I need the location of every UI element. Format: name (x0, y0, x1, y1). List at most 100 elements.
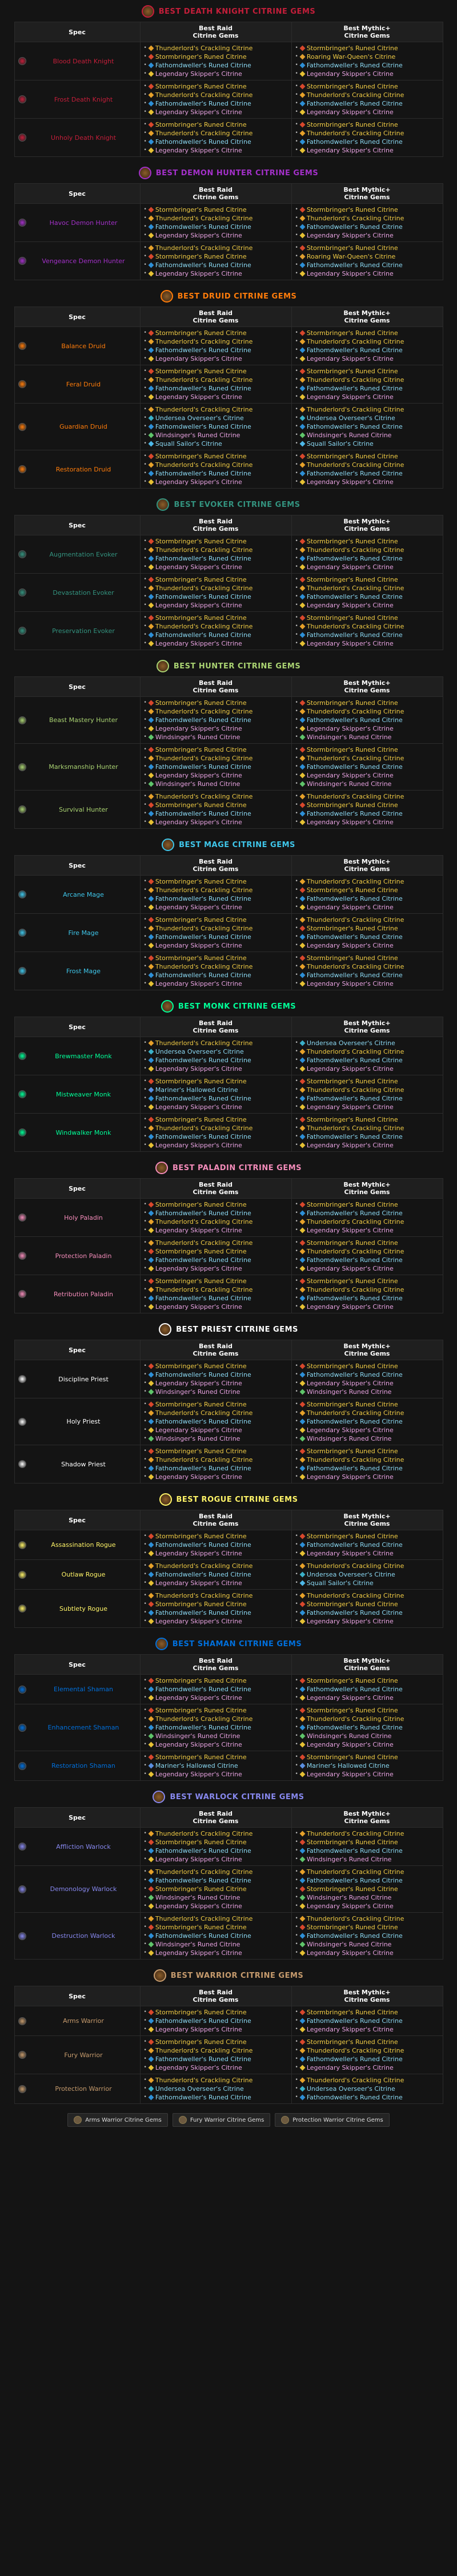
gem-link[interactable]: Thunderlord's Crackling Citrine (307, 129, 404, 138)
gem-link[interactable]: Stormbringer's Runed Citrine (155, 2008, 247, 2017)
gem-link[interactable]: Legendary Skipper's Citrine (307, 979, 394, 988)
gem-link[interactable]: Thunderlord's Crackling Citrine (155, 1218, 253, 1226)
gem-link[interactable]: Stormbringer's Runed Citrine (307, 1400, 398, 1409)
gem-link[interactable]: Legendary Skipper's Citrine (307, 1473, 394, 1481)
gem-link[interactable]: Thunderlord's Crackling Citrine (155, 962, 253, 971)
gem-link[interactable]: Stormbringer's Runed Citrine (307, 1077, 398, 1086)
gem-link[interactable]: Thunderlord's Crackling Citrine (155, 1868, 253, 1876)
gem-link[interactable]: Legendary Skipper's Citrine (307, 70, 394, 78)
spec-name[interactable]: Beast Mastery Hunter (31, 716, 137, 724)
gem-link[interactable]: Legendary Skipper's Citrine (155, 269, 242, 278)
gem-link[interactable]: Legendary Skipper's Citrine (307, 1379, 394, 1388)
gem-link[interactable]: Stormbringer's Runed Citrine (155, 1362, 247, 1370)
gem-link[interactable]: Stormbringer's Runed Citrine (307, 205, 398, 214)
footer-link-arms-warrior[interactable]: Arms Warrior Citrine Gems (67, 2113, 168, 2127)
gem-link[interactable]: Legendary Skipper's Citrine (155, 1426, 242, 1434)
spec-name[interactable]: Frost Death Knight (31, 96, 137, 103)
gem-link[interactable]: Stormbringer's Runed Citrine (155, 1447, 247, 1456)
gem-link[interactable]: Legendary Skipper's Citrine (307, 903, 394, 912)
gem-link[interactable]: Fathomdweller's Runed Citrine (307, 1256, 403, 1264)
gem-link[interactable]: Fathomdweller's Runed Citrine (155, 894, 251, 903)
gem-link[interactable]: Legendary Skipper's Citrine (155, 903, 242, 912)
gem-link[interactable]: Stormbringer's Runed Citrine (307, 2008, 398, 2017)
gem-link[interactable]: Legendary Skipper's Citrine (155, 1740, 242, 1749)
gem-link[interactable]: Fathomdweller's Runed Citrine (307, 716, 403, 724)
gem-link[interactable]: Fathomdweller's Runed Citrine (155, 223, 251, 231)
gem-link[interactable]: Fathomdweller's Runed Citrine (155, 99, 251, 108)
gem-link[interactable]: Stormbringer's Runed Citrine (307, 924, 398, 933)
gem-link[interactable]: Legendary Skipper's Citrine (155, 1303, 242, 1311)
footer-link-protection-warrior[interactable]: Protection Warrior Citrine Gems (275, 2113, 390, 2127)
spec-name[interactable]: Protection Paladin (31, 1252, 137, 1260)
gem-link[interactable]: Legendary Skipper's Citrine (155, 354, 242, 363)
gem-link[interactable]: Windsinger's Runed Citrine (307, 1434, 392, 1443)
spec-name[interactable]: Restoration Shaman (31, 1762, 137, 1769)
gem-link[interactable]: Stormbringer's Runed Citrine (307, 699, 398, 707)
gem-link[interactable]: Stormbringer's Runed Citrine (307, 82, 398, 91)
gem-link[interactable]: Stormbringer's Runed Citrine (307, 1885, 398, 1893)
gem-link[interactable]: Mariner's Hallowed Citrine (307, 1761, 390, 1770)
gem-link[interactable]: Stormbringer's Runed Citrine (155, 954, 247, 962)
spec-name[interactable]: Unholy Death Knight (31, 134, 137, 142)
gem-link[interactable]: Stormbringer's Runed Citrine (155, 1600, 247, 1609)
gem-link[interactable]: Thunderlord's Crackling Citrine (155, 1591, 253, 1600)
gem-link[interactable]: Fathomdweller's Runed Citrine (155, 1876, 251, 1885)
spec-name[interactable]: Subtlety Rogue (31, 1605, 137, 1612)
gem-link[interactable]: Fathomdweller's Runed Citrine (155, 1464, 251, 1473)
gem-link[interactable]: Legendary Skipper's Citrine (155, 601, 242, 610)
spec-name[interactable]: Protection Warrior (31, 2085, 137, 2093)
gem-link[interactable]: Legendary Skipper's Citrine (307, 231, 394, 240)
spec-name[interactable]: Affliction Warlock (31, 1843, 137, 1851)
gem-link[interactable]: Thunderlord's Crackling Citrine (307, 792, 404, 801)
gem-link[interactable]: Roaring War-Queen's Citrine (307, 252, 396, 261)
gem-link[interactable]: Legendary Skipper's Citrine (155, 563, 242, 571)
gem-link[interactable]: Legendary Skipper's Citrine (307, 1065, 394, 1073)
gem-link[interactable]: Fathomdweller's Runed Citrine (307, 99, 403, 108)
gem-link[interactable]: Thunderlord's Crackling Citrine (155, 129, 253, 138)
gem-link[interactable]: Thunderlord's Crackling Citrine (155, 405, 253, 414)
gem-link[interactable]: Stormbringer's Runed Citrine (307, 1600, 398, 1609)
gem-link[interactable]: Windsinger's Runed Citrine (155, 1434, 240, 1443)
spec-name[interactable]: Havoc Demon Hunter (31, 219, 137, 227)
gem-link[interactable]: Stormbringer's Runed Citrine (155, 1077, 247, 1086)
gem-link[interactable]: Stormbringer's Runed Citrine (307, 1277, 398, 1285)
gem-link[interactable]: Legendary Skipper's Citrine (307, 1949, 394, 1957)
gem-link[interactable]: Stormbringer's Runed Citrine (307, 537, 398, 546)
gem-link[interactable]: Legendary Skipper's Citrine (307, 601, 394, 610)
gem-link[interactable]: Legendary Skipper's Citrine (155, 1226, 242, 1235)
gem-link[interactable]: Legendary Skipper's Citrine (155, 1902, 242, 1910)
gem-link[interactable]: Thunderlord's Crackling Citrine (307, 1124, 404, 1132)
gem-link[interactable]: Stormbringer's Runed Citrine (155, 252, 247, 261)
spec-name[interactable]: Feral Druid (31, 381, 137, 388)
gem-link[interactable]: Stormbringer's Runed Citrine (307, 2038, 398, 2046)
gem-link[interactable]: Stormbringer's Runed Citrine (307, 1239, 398, 1247)
gem-link[interactable]: Legendary Skipper's Citrine (155, 1264, 242, 1273)
gem-link[interactable]: Thunderlord's Crackling Citrine (155, 754, 253, 763)
gem-link[interactable]: Legendary Skipper's Citrine (307, 1141, 394, 1150)
spec-name[interactable]: Enhancement Shaman (31, 1724, 137, 1731)
gem-link[interactable]: Legendary Skipper's Citrine (307, 393, 394, 401)
gem-link[interactable]: Thunderlord's Crackling Citrine (307, 916, 404, 924)
spec-name[interactable]: Discipline Priest (31, 1376, 137, 1383)
gem-link[interactable]: Legendary Skipper's Citrine (155, 2025, 242, 2034)
gem-link[interactable]: Fathomdweller's Runed Citrine (155, 1417, 251, 1426)
gem-link[interactable]: Stormbringer's Runed Citrine (155, 1885, 247, 1893)
gem-link[interactable]: Stormbringer's Runed Citrine (307, 120, 398, 129)
gem-link[interactable]: Legendary Skipper's Citrine (307, 1694, 394, 1702)
gem-link[interactable]: Thunderlord's Crackling Citrine (155, 44, 253, 53)
gem-link[interactable]: Stormbringer's Runed Citrine (307, 1115, 398, 1124)
gem-link[interactable]: Stormbringer's Runed Citrine (307, 575, 398, 584)
gem-link[interactable]: Thunderlord's Crackling Citrine (307, 461, 404, 469)
spec-name[interactable]: Devastation Evoker (31, 589, 137, 596)
gem-link[interactable]: Legendary Skipper's Citrine (307, 1770, 394, 1779)
gem-link[interactable]: Fathomdweller's Runed Citrine (307, 933, 403, 941)
gem-link[interactable]: Stormbringer's Runed Citrine (307, 745, 398, 754)
gem-link[interactable]: Stormbringer's Runed Citrine (155, 120, 247, 129)
gem-link[interactable]: Stormbringer's Runed Citrine (155, 1277, 247, 1285)
gem-link[interactable]: Thunderlord's Crackling Citrine (155, 1829, 253, 1838)
gem-link[interactable]: Fathomdweller's Runed Citrine (307, 2055, 403, 2063)
gem-link[interactable]: Legendary Skipper's Citrine (155, 724, 242, 733)
gem-link[interactable]: Thunderlord's Crackling Citrine (307, 214, 404, 223)
gem-link[interactable]: Stormbringer's Runed Citrine (155, 614, 247, 622)
gem-link[interactable]: Thunderlord's Crackling Citrine (307, 546, 404, 554)
